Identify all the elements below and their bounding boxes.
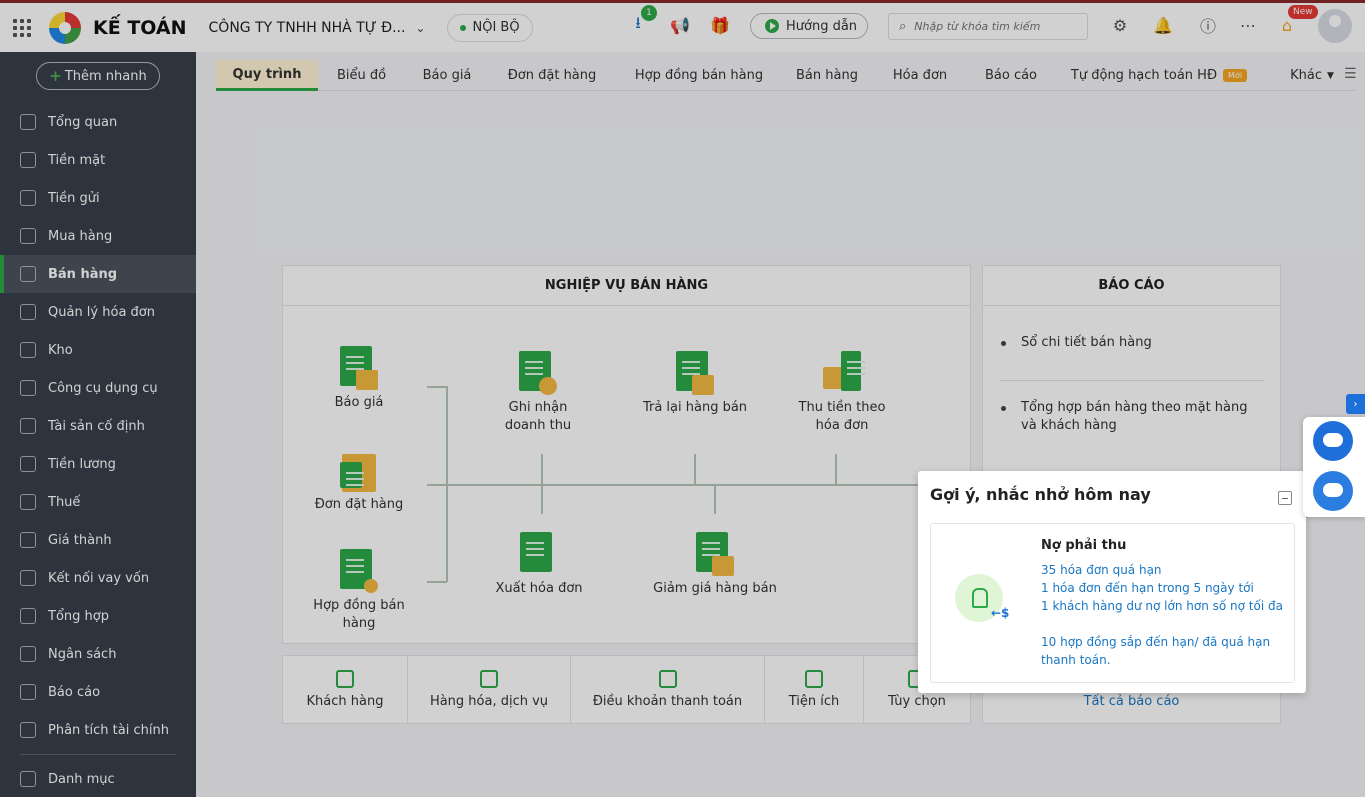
chat-icon[interactable]	[1313, 421, 1353, 461]
collapse-panel-icon[interactable]: ›	[1346, 394, 1365, 414]
support-panel	[1303, 417, 1365, 517]
reminder-popup: Gợi ý, nhắc nhở hôm nay ←$ Nợ phải thu 3…	[918, 471, 1306, 693]
reminder-title: Gợi ý, nhắc nhở hôm nay	[930, 485, 1151, 504]
money-arrow-icon: ←$	[991, 606, 1010, 620]
receivables-panel: ←$ Nợ phải thu 35 hóa đơn quá hạn 1 hóa …	[930, 523, 1295, 683]
contracts-due-link[interactable]: 10 hợp đồng sắp đến hạn/ đã quá hạn than…	[1041, 633, 1286, 669]
receivables-title: Nợ phải thu	[1041, 538, 1127, 553]
due-soon-link[interactable]: 1 hóa đơn đến hạn trong 5 ngày tới	[1041, 579, 1286, 597]
minimize-icon[interactable]	[1278, 491, 1292, 505]
over-limit-link[interactable]: 1 khách hàng dư nợ lớn hơn số nợ tối đa	[1041, 597, 1286, 615]
overdue-invoices-link[interactable]: 35 hóa đơn quá hạn	[1041, 561, 1286, 579]
bot-icon[interactable]	[1313, 471, 1353, 511]
